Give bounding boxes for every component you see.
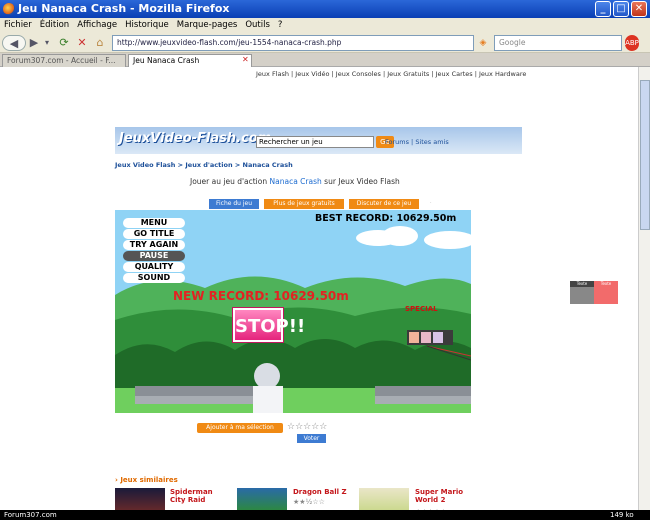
play-line-suffix: sur Jeux Video Flash [324,177,400,186]
web-page: Jeux Flash | Jeux Vidéo | Jeux Consoles … [0,67,638,510]
rss-icon[interactable]: ◈ [476,35,490,51]
side-ad-image [570,287,594,304]
home-button[interactable]: ⌂ [92,35,108,51]
vertical-scrollbar[interactable] [638,67,650,510]
best-record-label: BEST RECORD: 10629.50m [315,213,457,224]
add-to-selection-button[interactable]: Ajouter à ma sélection [197,423,283,433]
similar-games-header: › Jeux similaires [115,476,178,484]
new-record-label: NEW RECORD: 10629.50m [173,289,349,303]
site-logo[interactable]: JeuxVideo-Flash.com [119,131,271,146]
similar-stars-dragonball: ★★½☆☆ [293,498,325,506]
reload-button[interactable]: ⟳ [56,35,72,51]
maximize-button[interactable]: □ [613,1,629,17]
menu-fichier[interactable]: Fichier [0,18,36,30]
menubar: Fichier Édition Affichage Historique Marque-… [0,18,650,33]
similar-thumb-spiderman[interactable] [115,488,165,510]
similar-name-mario[interactable]: Super Mario World 2 [415,488,475,504]
vote-button[interactable]: Voter [297,434,326,443]
tab-nanaca-crash[interactable]: Jeu Nanaca Crash [128,54,252,67]
status-size: 149 ko [610,511,634,519]
flash-game-area[interactable]: MENU GO TITLE TRY AGAIN PAUSE QUALITY SO… [115,210,471,413]
menu-outils[interactable]: Outils [241,18,274,30]
close-tab-icon[interactable]: ✕ [242,55,249,64]
minimize-button[interactable]: _ [595,1,611,17]
similar-thumb-dragonball[interactable] [237,488,287,510]
url-field[interactable]: http://www.jeuxvideo-flash.com/jeu-1554-… [112,35,474,51]
search-input[interactable]: Google [494,35,622,51]
home-icon: ⌂ [96,36,104,49]
window-title: Jeu Nanaca Crash - Mozilla Firefox [18,2,230,15]
back-button[interactable]: ◀ [2,35,26,51]
menu-affichage[interactable]: Affichage [73,18,121,30]
forward-button[interactable]: ▶ [28,35,40,51]
menu-historique[interactable]: Historique [121,18,173,30]
discuss-game-button[interactable]: Discuter de ce jeu [349,199,419,209]
navigation-toolbar: ◀ ▶ ▾ ⟳ ✕ ⌂ http://www.jeuxvideo-flash.c… [0,33,650,53]
menu-help[interactable]: ? [274,18,287,30]
close-button[interactable]: ✕ [631,1,647,17]
tab-bar: Forum307.com - Accueil - F... Jeu Nanaca… [0,53,650,67]
game-menu-pause[interactable]: PAUSE [123,251,185,261]
play-line-prefix: Jouer au jeu d'action [190,177,268,186]
flash-label: · [430,200,432,206]
game-menu-sound[interactable]: SOUND [123,273,185,283]
side-ad[interactable]: Texte Texte [570,281,618,304]
rating-stars[interactable]: ☆☆☆☆☆ [287,422,327,432]
similar-thumb-mario[interactable] [359,488,409,510]
side-ad-right-label: Texte [594,281,618,304]
play-line: Jouer au jeu d'action Nanaca Crash sur J… [190,177,400,186]
status-bar: Forum307.com 149 ko [0,510,650,520]
top-links[interactable]: Jeux Flash | Jeux Vidéo | Jeux Consoles … [256,70,526,78]
similar-name-spiderman[interactable]: Spiderman City Raid [170,488,226,504]
game-menu-title: MENU [123,218,185,228]
more-games-button[interactable]: Plus de jeux gratuits [264,199,344,209]
play-line-game[interactable]: Nanaca Crash [270,177,322,186]
window-titlebar: Jeu Nanaca Crash - Mozilla Firefox _ □ ✕ [0,0,650,18]
special-label: SPECIAL [405,305,438,313]
menu-edition[interactable]: Édition [36,18,73,30]
tab-forum307[interactable]: Forum307.com - Accueil - F... [2,54,126,67]
game-menu-try-again[interactable]: TRY AGAIN [123,240,185,250]
stop-sign: STOP!! [233,308,305,342]
history-dropdown-icon[interactable]: ▾ [42,35,52,51]
site-search-input[interactable]: Rechercher un jeu [256,136,374,148]
stop-icon: ✕ [77,36,87,49]
game-menu-quality[interactable]: QUALITY [123,262,185,272]
breadcrumb[interactable]: Jeux Video Flash > Jeux d'action > Nanac… [115,161,293,169]
site-header: JeuxVideo-Flash.com Rechercher un jeu Go… [115,127,522,154]
forward-arrow-icon: ▶ [29,36,39,49]
similar-name-dragonball[interactable]: Dragon Ball Z [293,488,347,496]
menu-marque-pages[interactable]: Marque-pages [173,18,242,30]
adblock-icon[interactable]: ABP [625,35,639,51]
firefox-icon [3,3,15,15]
header-links[interactable]: Forums | Sites amis [385,138,449,146]
stop-button[interactable]: ✕ [74,35,90,51]
status-left: Forum307.com [4,511,57,519]
game-menu-panel: MENU GO TITLE TRY AGAIN PAUSE QUALITY SO… [123,218,185,284]
scrollbar-thumb[interactable] [640,80,650,230]
back-arrow-icon: ◀ [9,37,19,50]
reload-icon: ⟳ [59,36,69,49]
game-info-button[interactable]: Fiche du jeu [209,199,259,209]
game-menu-go-title[interactable]: GO TITLE [123,229,185,239]
